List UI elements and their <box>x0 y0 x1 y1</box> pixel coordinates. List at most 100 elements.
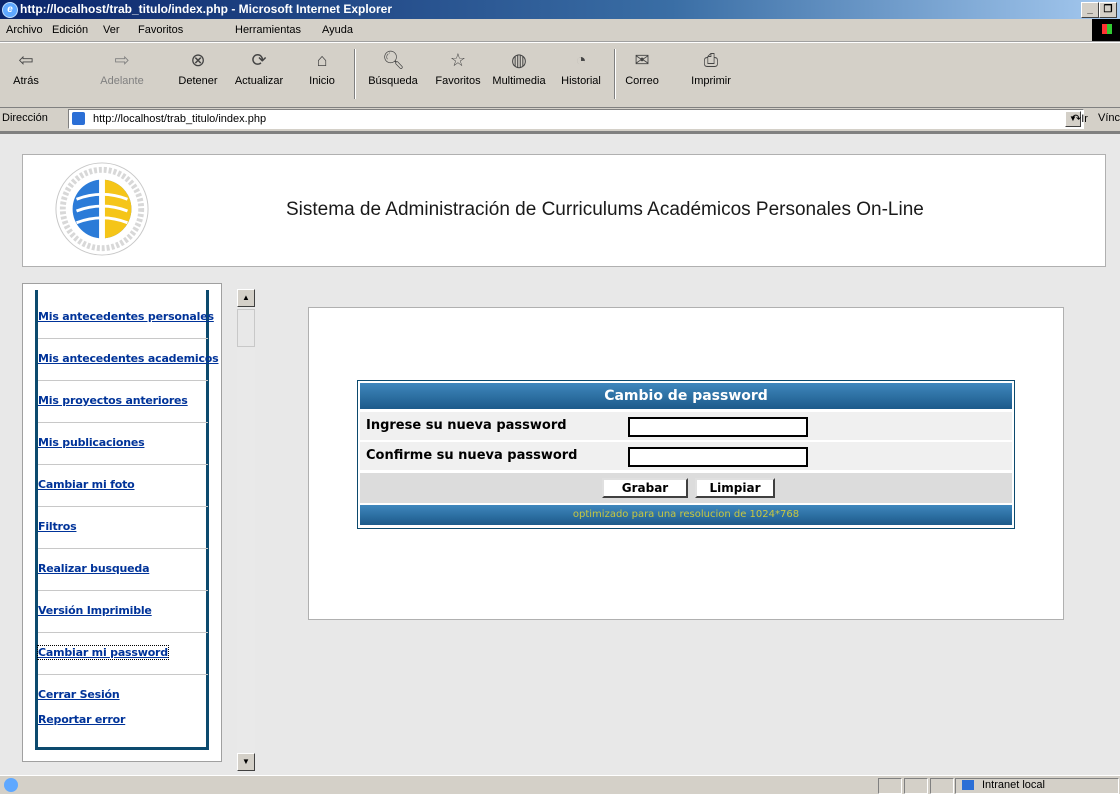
menu-ayuda[interactable]: Ayuda <box>322 24 353 36</box>
favorites-button[interactable]: ☆ Favoritos <box>430 49 486 87</box>
forward-button[interactable]: ⇨ Adelante <box>92 49 152 87</box>
stop-icon: ⊗ <box>190 50 206 70</box>
status-cell <box>904 778 928 794</box>
forward-arrow-icon: ⇨ <box>114 50 130 70</box>
menu-ver[interactable]: Ver <box>103 24 120 36</box>
go-label: Ir <box>1081 113 1088 125</box>
printer-icon: ⎙ <box>703 50 719 70</box>
sidebar-link[interactable]: Realizar busqueda <box>38 562 149 575</box>
sidebar-link[interactable]: Versión Imprimible <box>38 604 152 617</box>
favorites-star-icon: ☆ <box>449 50 467 70</box>
form-footer: optimizado para una resolucion de 1024*7… <box>360 505 1012 525</box>
home-label: Inicio <box>309 75 335 87</box>
menu-herramientas[interactable]: Herramientas <box>235 24 301 36</box>
links-label[interactable]: Víncul <box>1098 112 1120 124</box>
zone-label: Intranet local <box>982 779 1045 791</box>
media-globe-icon: ◍ <box>511 50 527 70</box>
clear-button[interactable]: Limpiar <box>695 478 775 498</box>
home-button[interactable]: ⌂ Inicio <box>302 49 342 87</box>
print-button[interactable]: ⎙ Imprimir <box>686 49 736 87</box>
sidebar-link[interactable]: Cerrar Sesión <box>38 688 120 701</box>
search-label: Búsqueda <box>368 75 418 87</box>
mail-icon: ✉ <box>634 50 650 70</box>
new-password-input[interactable] <box>628 417 808 437</box>
sidebar-scrollbar[interactable]: ▲ ▼ <box>237 289 255 771</box>
mail-button[interactable]: ✉ Correo <box>620 49 664 87</box>
back-button[interactable]: ⇦ Atrás <box>6 49 46 87</box>
mail-label: Correo <box>625 75 659 87</box>
confirm-password-input[interactable] <box>628 447 808 467</box>
media-label: Multimedia <box>492 75 546 87</box>
refresh-icon: ⟳ <box>251 50 267 70</box>
scroll-up-icon[interactable]: ▲ <box>237 289 255 307</box>
restore-button[interactable]: ❐ <box>1099 2 1117 18</box>
sidebar-item-filtros[interactable]: Filtros <box>38 508 208 549</box>
address-bar: Dirección http://localhost/trab_titulo/i… <box>0 107 1120 132</box>
sidebar-item-reportar-error[interactable]: Reportar error <box>38 701 208 731</box>
sidebar-item-version-imprimible[interactable]: Versión Imprimible <box>38 592 208 633</box>
scroll-down-icon[interactable]: ▼ <box>237 753 255 771</box>
print-label: Imprimir <box>691 75 731 87</box>
site-header: Sistema de Administración de Curriculums… <box>22 154 1106 267</box>
windows-logo-icon <box>1092 19 1120 41</box>
status-text-cell <box>4 778 874 792</box>
ie-logo-icon: e <box>2 2 18 18</box>
scroll-thumb[interactable] <box>237 309 255 347</box>
site-title: Sistema de Administración de Curriculums… <box>286 199 924 220</box>
new-password-row: Ingrese su nueva password <box>360 412 1012 441</box>
forward-label: Adelante <box>100 75 144 87</box>
sidebar-link[interactable]: Cambiar mi password <box>37 645 169 660</box>
menu-favoritos[interactable]: Favoritos <box>138 24 183 36</box>
menu-archivo[interactable]: Archivo <box>6 24 43 36</box>
menu-bar: Archivo Edición Ver Favoritos Herramient… <box>0 19 1120 42</box>
address-url: http://localhost/trab_titulo/index.php <box>93 113 267 125</box>
minimize-button[interactable]: _ <box>1081 2 1099 18</box>
sidebar-link[interactable]: Mis publicaciones <box>38 436 145 449</box>
toolbar-separator <box>614 49 616 99</box>
search-icon: 🔍︎ <box>382 50 405 70</box>
new-password-label: Ingrese su nueva password <box>366 418 567 433</box>
go-button[interactable]: ↷Ir <box>1072 112 1088 125</box>
address-label: Dirección <box>2 112 48 124</box>
form-title: Cambio de password <box>360 383 1012 409</box>
refresh-label: Actualizar <box>234 75 284 87</box>
status-cell <box>878 778 902 794</box>
favorites-label: Favoritos <box>435 75 481 87</box>
back-label: Atrás <box>13 75 39 87</box>
menu-edicion[interactable]: Edición <box>52 24 88 36</box>
sidebar-item-realizar-busqueda[interactable]: Realizar busqueda <box>38 550 208 591</box>
sidebar-link[interactable]: Mis antecedentes academicos <box>38 352 219 365</box>
sidebar-item-publicaciones[interactable]: Mis publicaciones <box>38 424 208 465</box>
sidebar-link[interactable]: Filtros <box>38 520 77 533</box>
sidebar-item-cambiar-foto[interactable]: Cambiar mi foto <box>38 466 208 507</box>
sidebar-link[interactable]: Reportar error <box>38 713 125 726</box>
sidebar-item-antecedentes-personales[interactable]: Mis antecedentes personales <box>38 298 214 339</box>
save-button[interactable]: Grabar <box>602 478 688 498</box>
page-icon <box>72 112 85 125</box>
sidebar-item-proyectos-anteriores[interactable]: Mis proyectos anteriores <box>38 382 208 423</box>
refresh-button[interactable]: ⟳ Actualizar <box>228 49 290 87</box>
status-cell <box>930 778 954 794</box>
search-button[interactable]: 🔍︎ Búsqueda <box>362 49 424 87</box>
status-bar: Intranet local <box>0 775 1120 794</box>
form-buttons-row: Grabar Limpiar <box>360 473 1012 503</box>
history-icon: ◔ <box>575 50 587 70</box>
back-arrow-icon: ⇦ <box>18 50 34 70</box>
history-button[interactable]: ◔ Historial <box>557 49 605 87</box>
stop-button[interactable]: ⊗ Detener <box>172 49 224 87</box>
address-input[interactable]: http://localhost/trab_titulo/index.php ▼ <box>68 109 1084 129</box>
confirm-password-label: Confirme su nueva password <box>366 448 578 463</box>
toolbar-separator <box>354 49 356 99</box>
media-button[interactable]: ◍ Multimedia <box>488 49 550 87</box>
sidebar-link[interactable]: Mis antecedentes personales <box>38 310 214 323</box>
confirm-password-row: Confirme su nueva password <box>360 442 1012 471</box>
home-icon: ⌂ <box>316 50 328 70</box>
password-change-form: Cambio de password Ingrese su nueva pass… <box>357 380 1015 529</box>
sidebar-item-antecedentes-academicos[interactable]: Mis antecedentes academicos <box>38 340 219 381</box>
sidebar-item-cambiar-password[interactable]: Cambiar mi password <box>37 634 208 675</box>
sidebar-link[interactable]: Mis proyectos anteriores <box>38 394 188 407</box>
university-seal-icon <box>55 162 149 256</box>
history-label: Historial <box>561 75 601 87</box>
intranet-icon <box>962 780 974 790</box>
sidebar-link[interactable]: Cambiar mi foto <box>38 478 135 491</box>
